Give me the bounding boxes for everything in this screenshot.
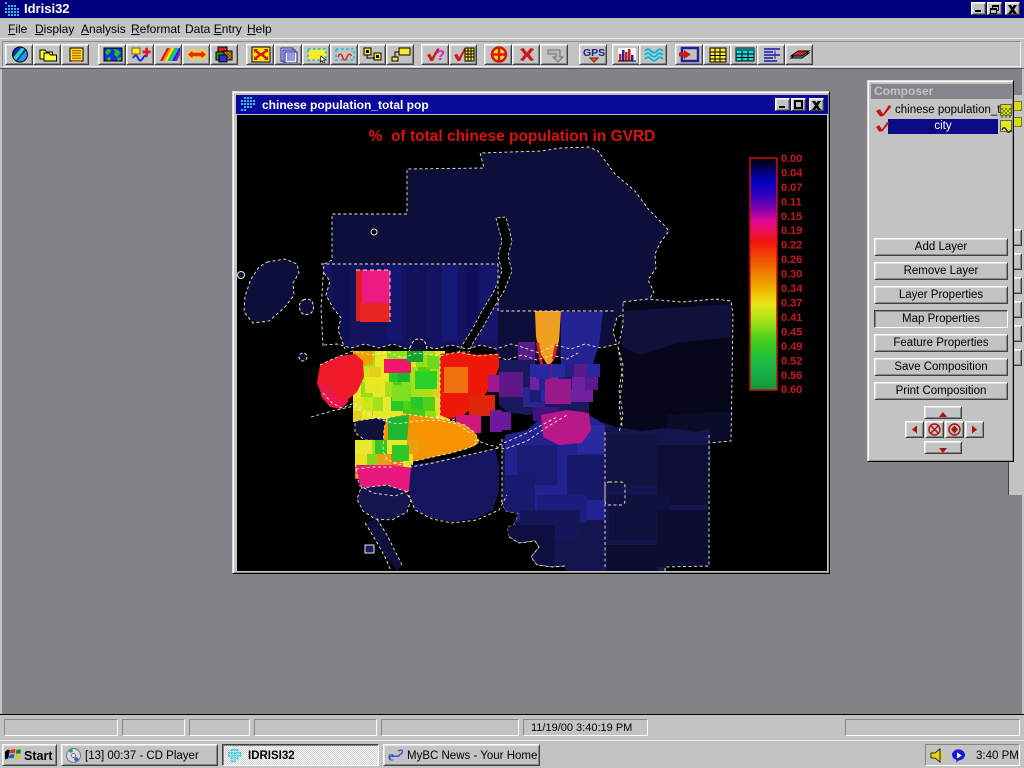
svg-text:0.52: 0.52 bbox=[781, 355, 802, 367]
svg-text:0.60: 0.60 bbox=[781, 384, 802, 396]
svg-text:0.00: 0.00 bbox=[781, 153, 802, 165]
svg-text:GPS: GPS bbox=[583, 47, 605, 59]
svg-text:0.34: 0.34 bbox=[781, 283, 803, 295]
svg-text:0.07: 0.07 bbox=[781, 182, 802, 194]
svg-text:0.49: 0.49 bbox=[781, 341, 802, 353]
svg-text:0.37: 0.37 bbox=[781, 298, 802, 310]
svg-text:0.04: 0.04 bbox=[781, 168, 803, 180]
svg-text:0.41: 0.41 bbox=[781, 312, 802, 324]
svg-text:0.45: 0.45 bbox=[781, 326, 802, 338]
svg-text:0.30: 0.30 bbox=[781, 269, 802, 281]
svg-text:0.11: 0.11 bbox=[781, 196, 802, 208]
svg-text:0.19: 0.19 bbox=[781, 225, 802, 237]
svg-text:0.22: 0.22 bbox=[781, 240, 802, 252]
svg-text:% of total chinese population: % of total chinese population in GVRD bbox=[369, 128, 656, 145]
svg-text:0.26: 0.26 bbox=[781, 254, 802, 266]
svg-text:0.56: 0.56 bbox=[781, 370, 802, 382]
svg-text:?: ? bbox=[436, 47, 445, 63]
svg-text:0.15: 0.15 bbox=[781, 211, 802, 223]
